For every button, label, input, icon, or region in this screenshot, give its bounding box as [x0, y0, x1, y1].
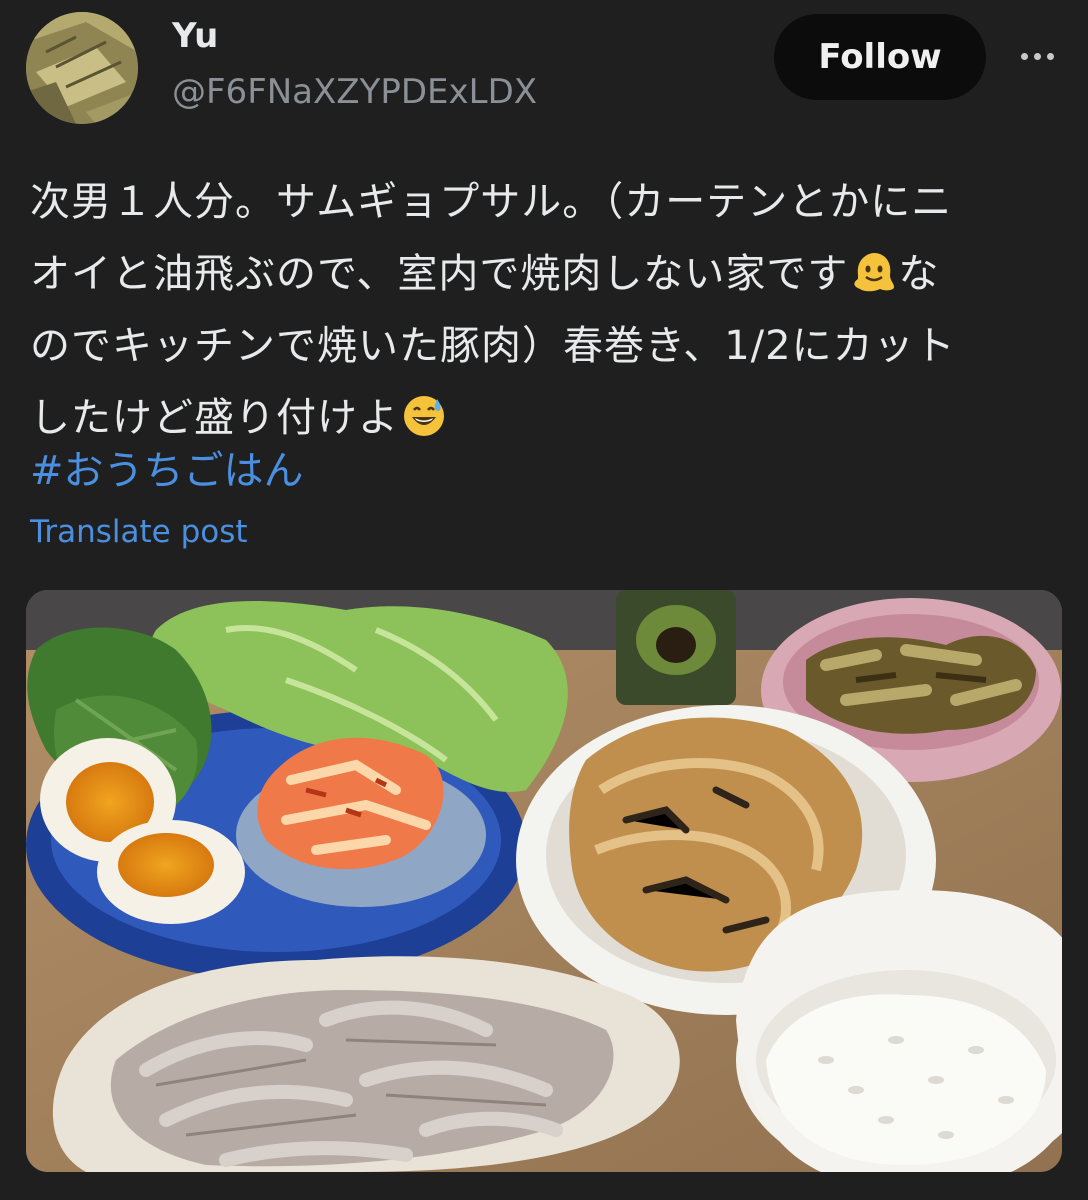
post-text: 次男１人分。サムギョプサル。（カーテンとかにニ オイと油飛ぶので、室内で焼肉しな…: [30, 166, 1060, 454]
post-text-line-1: 次男１人分。サムギョプサル。（カーテンとかにニ: [30, 179, 953, 225]
hashtag-link[interactable]: #おうちごはん: [30, 438, 304, 496]
post-text-line-2-tail: な: [898, 251, 940, 297]
author-handle[interactable]: @F6FNaXZYPDExLDX: [172, 72, 537, 112]
melting-face-emoji: [854, 253, 895, 292]
post-text-line-2: オイと油飛ぶので、室内で焼肉しない家です な: [30, 238, 1060, 310]
post-card: Yu @F6FNaXZYPDExLDX Follow 次男１人分。サムギョプサル…: [0, 0, 1088, 1200]
translate-post-link[interactable]: Translate post: [30, 514, 248, 550]
author-name[interactable]: Yu: [172, 16, 218, 56]
post-photo[interactable]: [26, 590, 1062, 1172]
post-text-line-4-text: したけど盛り付けよ: [30, 395, 399, 441]
post-text-line-3: のでキッチンで焼いた豚肉）春巻き、1/2にカット: [30, 323, 956, 369]
avatar[interactable]: [26, 12, 138, 124]
more-horizontal-icon[interactable]: [1012, 36, 1062, 76]
grinning-face-with-sweat-emoji: [404, 396, 444, 436]
post-text-line-2-text: オイと油飛ぶので、室内で焼肉しない家です: [30, 251, 849, 297]
follow-button[interactable]: Follow: [774, 14, 986, 100]
